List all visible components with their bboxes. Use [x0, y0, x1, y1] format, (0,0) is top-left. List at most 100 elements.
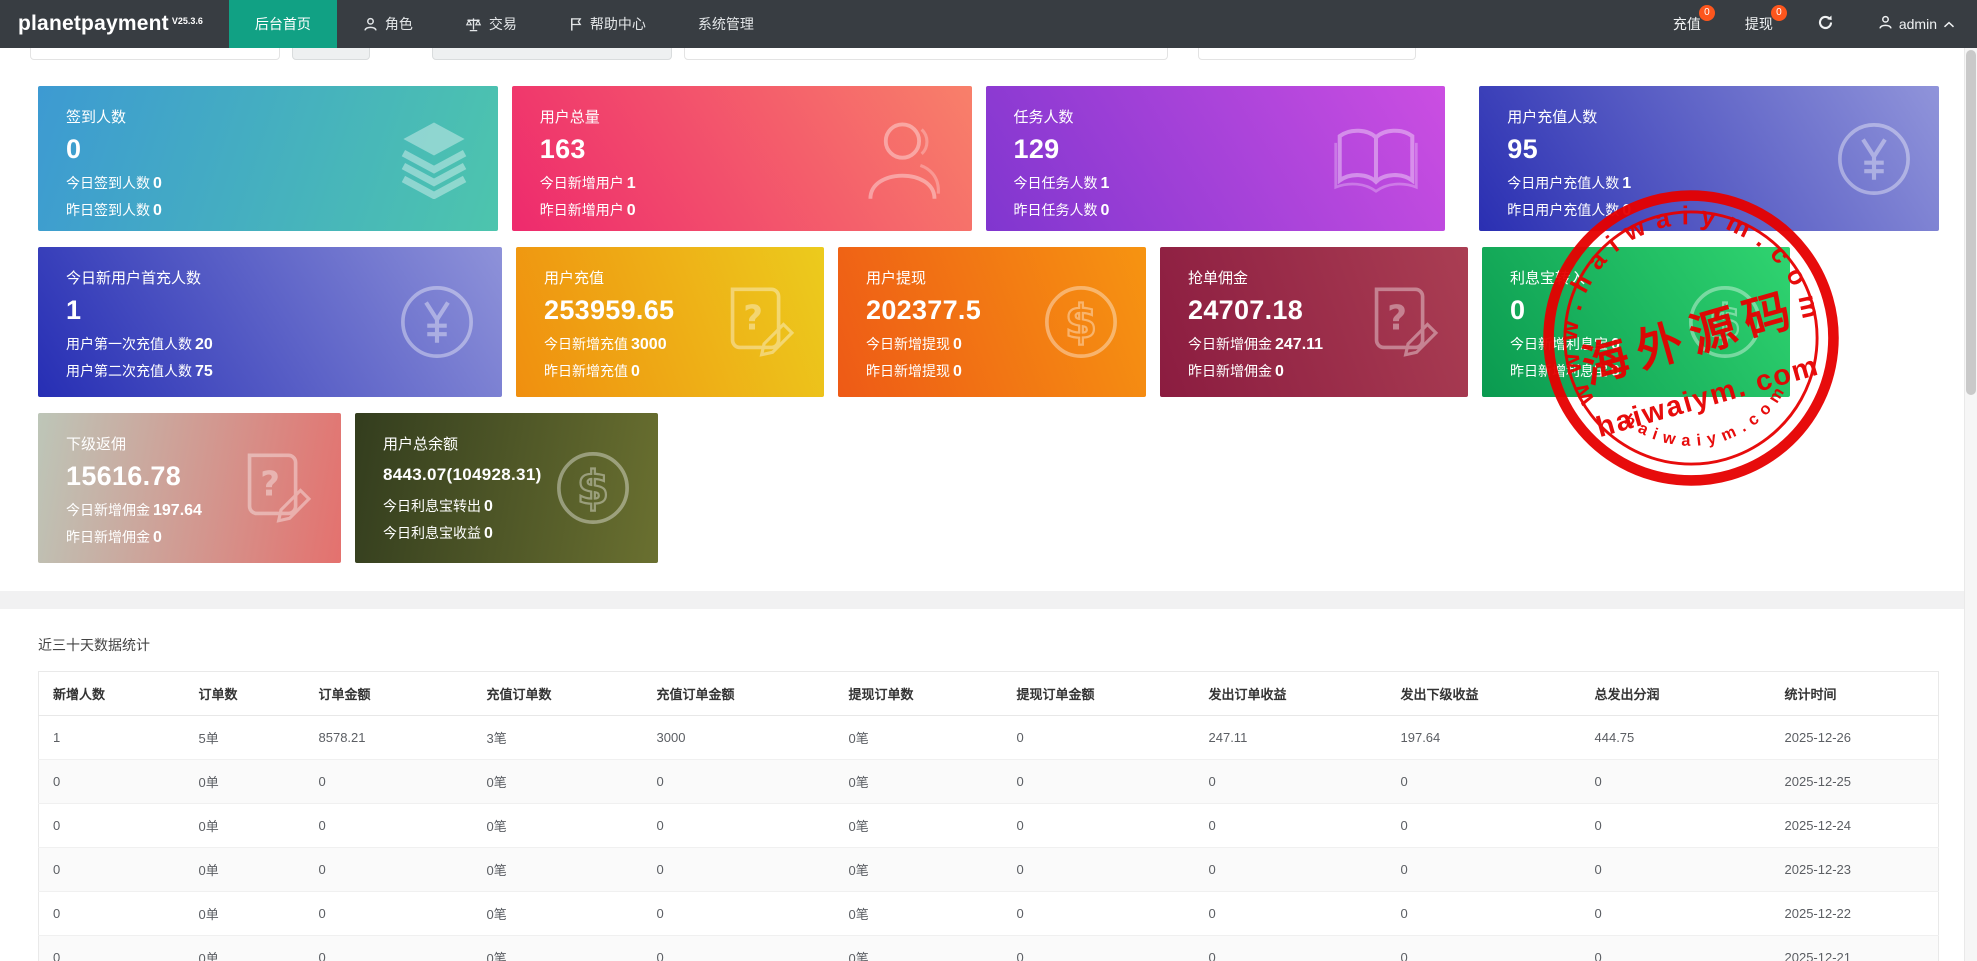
- table-cell: 0: [1585, 848, 1775, 892]
- table-cell: 2025-12-25: [1775, 760, 1939, 804]
- svg-text:?: ?: [743, 299, 763, 338]
- table-header-cell: 发出下级收益: [1391, 672, 1585, 716]
- table-header-cell: 总发出分润: [1585, 672, 1775, 716]
- recharge-button[interactable]: 充值 0: [1651, 0, 1723, 48]
- flag-icon: [569, 17, 583, 32]
- card-subline: 昨日新增佣金0: [1188, 358, 1442, 385]
- card-subline: 昨日新增充值0: [544, 358, 798, 385]
- table-cell: 0: [39, 892, 189, 936]
- yen-circle-icon: [398, 283, 476, 361]
- stat-card-task-users: 任务人数129今日任务人数1昨日任务人数0: [986, 86, 1446, 231]
- nav-item-0[interactable]: 后台首页: [229, 0, 337, 48]
- card-subline: 昨日新增利息宝0: [1510, 358, 1764, 385]
- tab-stub[interactable]: [30, 48, 280, 60]
- table-body: 15单8578.213笔30000笔0247.11197.64444.75202…: [39, 716, 1939, 961]
- card-row-2: 今日新用户首充人数1用户第一次充值人数20用户第二次充值人数75用户充值2539…: [38, 247, 1939, 397]
- tags-view-strip: [0, 48, 1977, 62]
- table-cell: 0笔: [839, 892, 1007, 936]
- tab-stub[interactable]: [684, 48, 1168, 60]
- table-cell: 0: [1007, 892, 1199, 936]
- nav-item-label: 帮助中心: [590, 14, 646, 34]
- table-cell: 2025-12-22: [1775, 892, 1939, 936]
- card-subline: 昨日签到人数0: [66, 197, 472, 224]
- stat-card-interest-in: 利息宝转入0今日新增利息宝0昨日新增利息宝0$: [1482, 247, 1790, 397]
- table-header-cell: 发出订单收益: [1199, 672, 1391, 716]
- table-header-cell: 提现订单数: [839, 672, 1007, 716]
- table-row: 00单00笔00笔00002025-12-24: [39, 804, 1939, 848]
- stat-card-first-charge: 今日新用户首充人数1用户第一次充值人数20用户第二次充值人数75: [38, 247, 502, 397]
- table-cell: 0: [309, 760, 477, 804]
- user-icon: [363, 17, 378, 32]
- nav-item-4[interactable]: 系统管理: [672, 0, 780, 48]
- table-cell: 0单: [189, 892, 309, 936]
- section-gap: [0, 591, 1977, 609]
- stat-card-user-withdraw: 用户提现202377.5今日新增提现0昨日新增提现0$: [838, 247, 1146, 397]
- table-cell: 0: [1391, 848, 1585, 892]
- svg-text:?: ?: [1387, 299, 1407, 338]
- table-cell: 0: [647, 936, 839, 961]
- table-header-cell: 新增人数: [39, 672, 189, 716]
- table-cell: 0: [39, 936, 189, 961]
- card-subline: 昨日任务人数0: [1014, 197, 1420, 224]
- table-cell: 197.64: [1391, 716, 1585, 760]
- table-cell: 0: [1007, 760, 1199, 804]
- table-cell: 0: [309, 804, 477, 848]
- table-header-cell: 订单金额: [309, 672, 477, 716]
- withdraw-badge: 0: [1771, 5, 1787, 21]
- stat-card-signin: 签到人数0今日签到人数0昨日签到人数0: [38, 86, 498, 231]
- table-cell: 8578.21: [309, 716, 477, 760]
- card-subline: 昨日新增提现0: [866, 358, 1120, 385]
- table-cell: 1: [39, 716, 189, 760]
- table-cell: 0笔: [839, 760, 1007, 804]
- table-cell: 0: [1391, 760, 1585, 804]
- table-header-cell: 充值订单数: [477, 672, 647, 716]
- table-header-cell: 统计时间: [1775, 672, 1939, 716]
- table-cell: 0单: [189, 804, 309, 848]
- table-cell: 0: [39, 848, 189, 892]
- scrollbar-thumb[interactable]: [1966, 50, 1976, 395]
- refresh-button[interactable]: [1795, 0, 1856, 48]
- table-cell: 0: [1391, 936, 1585, 961]
- table-cell: 0: [1199, 936, 1391, 961]
- table-row: 00单00笔00笔00002025-12-22: [39, 892, 1939, 936]
- withdraw-button[interactable]: 提现 0: [1723, 0, 1795, 48]
- tab-stub[interactable]: [292, 48, 370, 60]
- table-cell: 0: [39, 804, 189, 848]
- app-version: V25.3.6: [172, 16, 203, 26]
- table-cell: 5单: [189, 716, 309, 760]
- table-cell: 0笔: [839, 936, 1007, 961]
- nav-item-label: 角色: [385, 14, 413, 34]
- stat-card-total-balance: 用户总余额8443.07(104928.31)今日利息宝转出0今日利息宝收益0$: [355, 413, 658, 563]
- table-cell: 0: [39, 760, 189, 804]
- table-cell: 2025-12-24: [1775, 804, 1939, 848]
- nav-item-label: 后台首页: [255, 14, 311, 34]
- user-icon: [1878, 15, 1893, 33]
- order-icon: ?: [1362, 283, 1442, 361]
- card-subline: 昨日用户充值人数0: [1507, 197, 1913, 224]
- recharge-label: 充值: [1673, 14, 1701, 34]
- tab-stub[interactable]: [432, 48, 672, 60]
- table-cell: 0: [1199, 892, 1391, 936]
- nav-item-3[interactable]: 帮助中心: [543, 0, 672, 48]
- stats-panel: 签到人数0今日签到人数0昨日签到人数0用户总量163今日新增用户1昨日新增用户0…: [0, 62, 1977, 591]
- app-logo: planetpayment V25.3.6: [0, 12, 229, 36]
- nav-item-2[interactable]: 交易: [439, 0, 543, 48]
- table-cell: 3笔: [477, 716, 647, 760]
- svg-text:?: ?: [260, 465, 280, 504]
- svg-text:$: $: [1709, 295, 1741, 349]
- refresh-icon: [1817, 14, 1834, 34]
- person-icon: [864, 116, 946, 202]
- table-cell: 0笔: [477, 848, 647, 892]
- nav-item-1[interactable]: 角色: [337, 0, 439, 48]
- stat-card-sub-rebate: 下级返佣15616.78今日新增佣金197.64昨日新增佣金0?: [38, 413, 341, 563]
- table-cell: 247.11: [1199, 716, 1391, 760]
- table-cell: 2025-12-23: [1775, 848, 1939, 892]
- tab-stub[interactable]: [1198, 48, 1416, 60]
- stat-card-user-recharge: 用户充值253959.65今日新增充值3000昨日新增充值0?: [516, 247, 824, 397]
- table-cell: 2025-12-26: [1775, 716, 1939, 760]
- page-scrollbar[interactable]: [1964, 48, 1977, 961]
- table-section: 近三十天数据统计 新增人数订单数订单金额充值订单数充值订单金额提现订单数提现订单…: [0, 609, 1977, 961]
- table-cell: 2025-12-21: [1775, 936, 1939, 961]
- user-menu[interactable]: admin: [1856, 0, 1977, 48]
- book-icon: [1333, 123, 1419, 195]
